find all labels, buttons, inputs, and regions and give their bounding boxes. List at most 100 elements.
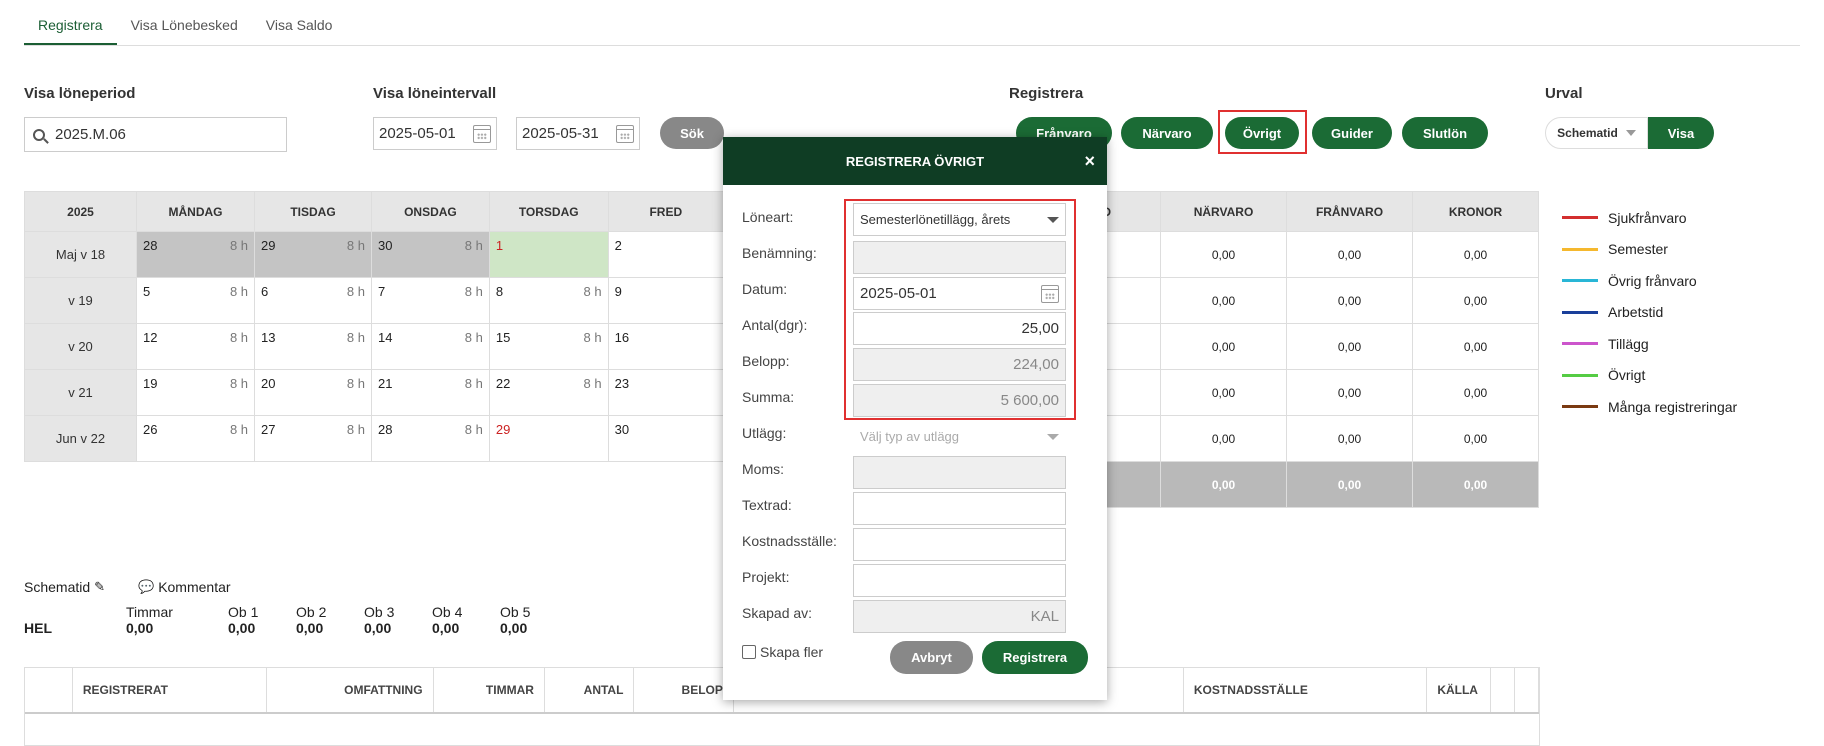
day-cell[interactable]: 23: [607, 369, 725, 416]
tab-visa-saldo[interactable]: Visa Saldo: [252, 0, 347, 45]
calendar-header: TISDAG: [254, 191, 372, 232]
summary-total-cell: 0,00: [1412, 461, 1539, 508]
period-input[interactable]: 2025.M.06: [24, 117, 287, 152]
calendar-year: 2025: [24, 191, 137, 232]
day-hours: 8 h: [583, 376, 602, 391]
registrera-button[interactable]: Registrera: [982, 641, 1088, 674]
day-number: 16: [614, 330, 630, 345]
day-cell[interactable]: 14 8 h: [370, 323, 490, 370]
calendar-header: FRED: [607, 191, 725, 232]
date-to-input[interactable]: 2025-05-31: [516, 117, 640, 150]
urval-select-value: Schematid: [1557, 126, 1618, 140]
schedule-col-value: 0,00: [432, 620, 460, 636]
day-cell[interactable]: 7 8 h: [370, 277, 490, 324]
legend-item: Tillägg: [1562, 328, 1737, 360]
grid-header[interactable]: TIMMAR: [434, 668, 545, 712]
day-hours: 8 h: [346, 284, 365, 299]
moms-field: [853, 456, 1066, 489]
schedule-col: Ob 4 0,00: [432, 604, 462, 636]
day-number: 1: [495, 238, 504, 253]
day-cell[interactable]: 16: [607, 323, 725, 370]
day-number: 22: [495, 376, 511, 391]
schedule-col-header: Ob 3: [364, 604, 395, 620]
cancel-button[interactable]: Avbryt: [890, 641, 973, 674]
day-cell[interactable]: 12 8 h: [135, 323, 256, 370]
grid-header[interactable]: ANTAL: [545, 668, 635, 712]
day-cell[interactable]: 20 8 h: [254, 369, 372, 416]
tab-visa-lonebesked[interactable]: Visa Lönebesked: [117, 0, 252, 45]
close-icon[interactable]: ×: [1084, 151, 1095, 172]
day-cell[interactable]: 15 8 h: [488, 323, 609, 370]
day-cell[interactable]: 21 8 h: [370, 369, 490, 416]
day-cell[interactable]: 30: [607, 415, 725, 462]
summary-cell: 0,00: [1412, 323, 1539, 370]
skapa-fler-option[interactable]: Skapa fler: [742, 644, 823, 660]
kostnadsstalle-field[interactable]: [853, 528, 1066, 561]
day-cell[interactable]: 26 8 h: [135, 415, 256, 462]
day-cell[interactable]: 29 8 h: [254, 231, 372, 278]
schedule-col: Timmar 0,00: [126, 604, 173, 636]
day-cell[interactable]: 19 8 h: [135, 369, 256, 416]
legend-swatch: [1562, 279, 1598, 283]
day-cell[interactable]: 28 8 h: [370, 415, 490, 462]
day-number: 6: [261, 284, 269, 299]
day-cell[interactable]: 29: [488, 415, 609, 462]
day-hours: 8 h: [346, 376, 365, 391]
legend-item: Arbetstid: [1562, 297, 1737, 329]
calendar-icon[interactable]: [616, 124, 634, 143]
schedule-col-header: Ob 2: [296, 604, 327, 620]
day-hours: 8 h: [464, 376, 483, 391]
day-cell[interactable]: 22 8 h: [488, 369, 609, 416]
day-cell[interactable]: 13 8 h: [254, 323, 372, 370]
narvaro-button[interactable]: Närvaro: [1121, 117, 1213, 149]
date-from-input[interactable]: 2025-05-01: [373, 117, 497, 150]
day-number: 29: [495, 422, 511, 437]
legend-item: Sjukfrånvaro: [1562, 202, 1737, 234]
textrad-field[interactable]: [853, 492, 1066, 525]
registrera-ovrigt-dialog: REGISTRERA ÖVRIGT × Löneart: Semesterlön…: [723, 137, 1107, 700]
urval-select[interactable]: Schematid: [1545, 117, 1648, 149]
edit-icon: ✎: [94, 579, 106, 594]
moms-label: Moms:: [742, 461, 784, 477]
day-number: 27: [261, 422, 276, 437]
antal-label: Antal(dgr):: [742, 317, 808, 333]
dialog-header: REGISTRERA ÖVRIGT ×: [723, 137, 1107, 185]
search-button[interactable]: Sök: [660, 117, 724, 149]
visa-button[interactable]: Visa: [1648, 117, 1714, 149]
grid-header[interactable]: KOSTNADSSTÄLLE: [1184, 668, 1428, 712]
day-number: 7: [377, 284, 386, 299]
day-number: 30: [377, 238, 393, 253]
tab-registrera[interactable]: Registrera: [24, 0, 117, 45]
calendar-icon[interactable]: [473, 124, 491, 143]
benamning-label: Benämning:: [742, 245, 817, 261]
day-cell[interactable]: 28 8 h: [135, 231, 256, 278]
day-cell[interactable]: 1: [488, 231, 609, 278]
day-cell[interactable]: 2: [607, 231, 725, 278]
day-cell[interactable]: 6 8 h: [254, 277, 372, 324]
summary-table: ATID NÄRVARO FRÅNVARO KRONOR 0 0,00 0,00…: [1034, 191, 1539, 508]
kommentar-link[interactable]: 💬 Kommentar: [138, 579, 231, 595]
day-hours: 8 h: [346, 238, 365, 253]
day-cell[interactable]: 9: [607, 277, 725, 324]
day-number: 30: [614, 422, 630, 437]
skapa-fler-checkbox[interactable]: [742, 645, 756, 659]
grid-header[interactable]: KÄLLA: [1427, 668, 1492, 712]
day-number: 8: [495, 284, 504, 299]
grid-header[interactable]: REGISTRERAT: [73, 668, 267, 712]
projekt-field[interactable]: [853, 564, 1066, 597]
legend-label: Många registreringar: [1608, 398, 1738, 415]
day-cell[interactable]: 5 8 h: [135, 277, 256, 324]
guider-button[interactable]: Guider: [1312, 117, 1392, 149]
day-cell[interactable]: 8 8 h: [488, 277, 609, 324]
day-hours: 8 h: [229, 284, 249, 299]
schematid-link[interactable]: Schematid ✎: [24, 579, 105, 595]
grid-header[interactable]: OMFATTNING: [267, 668, 434, 712]
summary-cell: 0,00: [1412, 369, 1539, 416]
day-cell[interactable]: 27 8 h: [254, 415, 372, 462]
utlagg-select[interactable]: Välj typ av utlägg: [853, 420, 1066, 453]
grid-header[interactable]: BELOP: [634, 668, 734, 712]
slutlon-button[interactable]: Slutlön: [1402, 117, 1488, 149]
summary-cell: 0,00: [1160, 369, 1287, 416]
day-cell[interactable]: 30 8 h: [370, 231, 490, 278]
schematid-label: Schematid: [24, 579, 91, 595]
